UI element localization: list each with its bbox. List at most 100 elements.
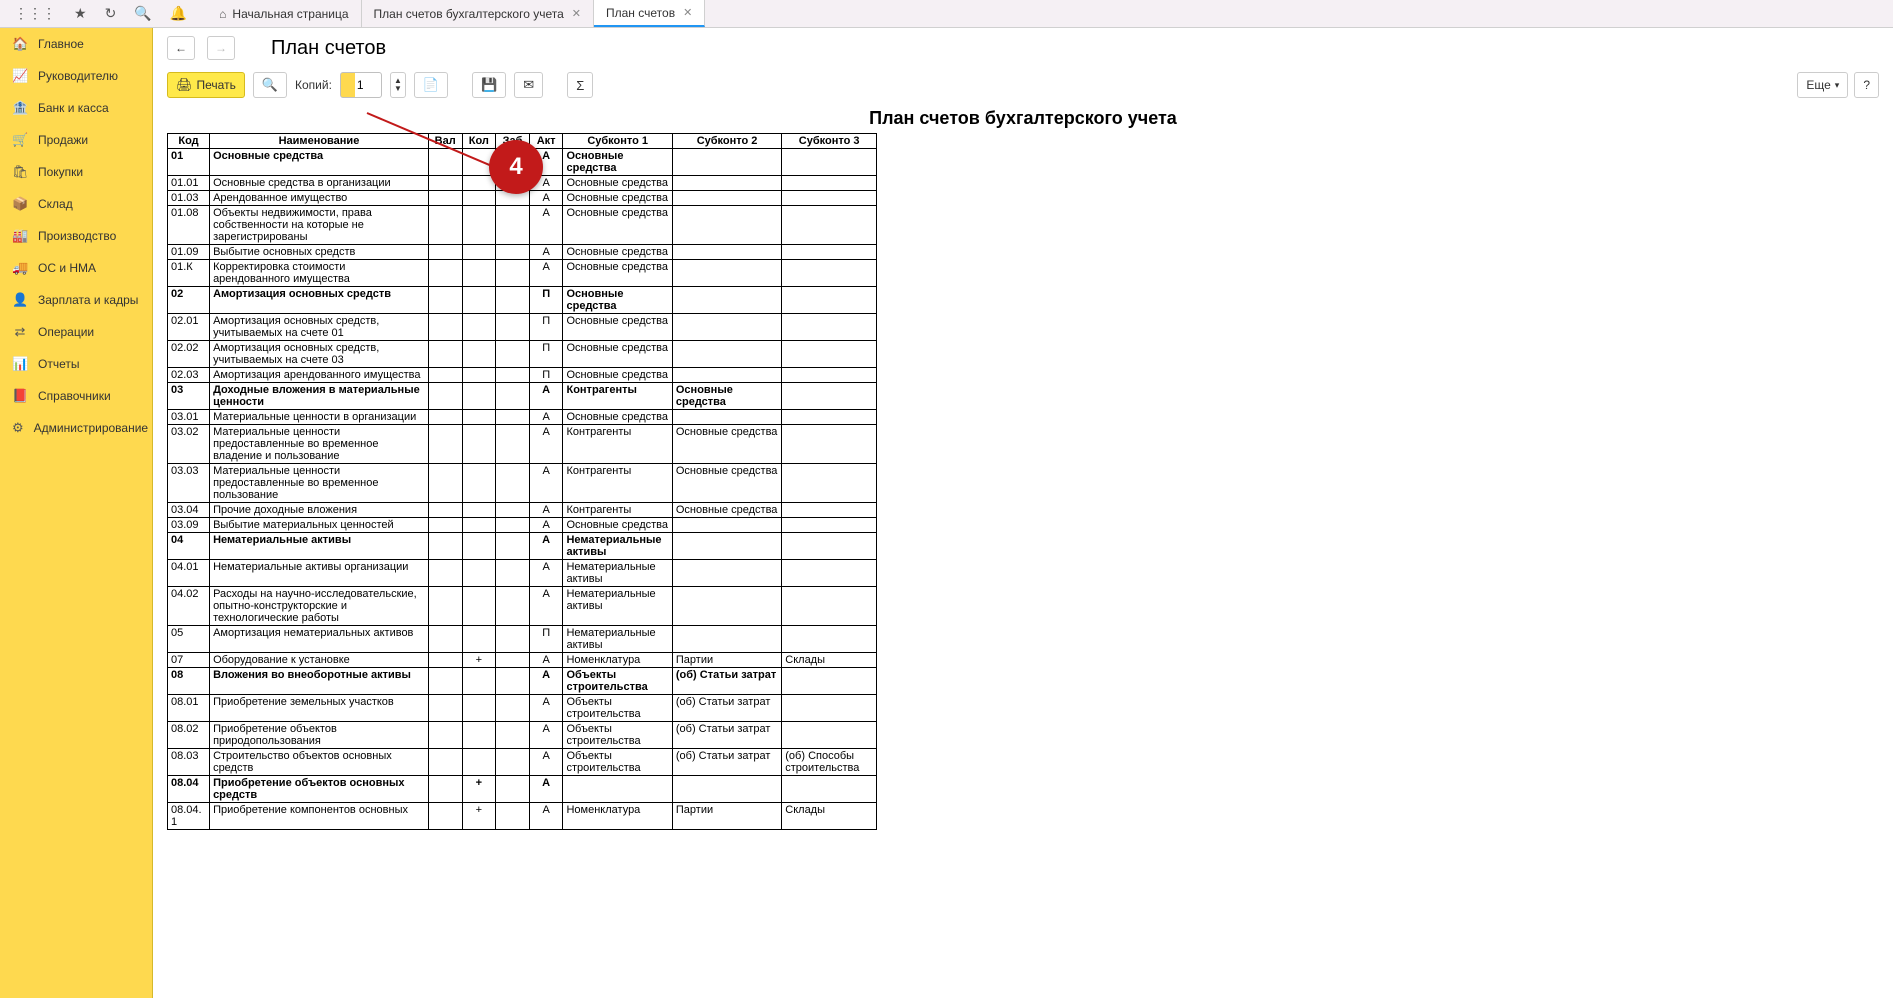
table-cell: Основные средства <box>563 368 672 383</box>
search-icon[interactable]: 🔍 <box>134 5 151 22</box>
table-row[interactable]: 03.01Материальные ценности в организации… <box>168 410 877 425</box>
help-button[interactable]: ? <box>1854 72 1879 98</box>
table-row[interactable]: 08.01Приобретение земельных участковАОбъ… <box>168 695 877 722</box>
column-header: Субконто 2 <box>672 134 781 149</box>
sidebar-item[interactable]: 👤Зарплата и кадры <box>0 284 152 316</box>
spinner-up-down[interactable]: ▲▼ <box>390 72 406 98</box>
table-cell: Объекты недвижимости, права собственност… <box>210 206 429 245</box>
table-cell: 08 <box>168 668 210 695</box>
save-button[interactable]: 💾 <box>472 72 506 98</box>
table-row[interactable]: 08Вложения во внеоборотные активыАОбъект… <box>168 668 877 695</box>
star-icon[interactable]: ★ <box>74 5 87 22</box>
table-row[interactable]: 05Амортизация нематериальных активовПНем… <box>168 626 877 653</box>
table-row[interactable]: 03Доходные вложения в материальные ценно… <box>168 383 877 410</box>
table-cell <box>672 560 781 587</box>
table-cell: Основные средства <box>563 245 672 260</box>
tab[interactable]: План счетов✕ <box>594 0 705 27</box>
table-row[interactable]: 01.ККорректировка стоимости арендованног… <box>168 260 877 287</box>
table-row[interactable]: 04Нематериальные активыАНематериальные а… <box>168 533 877 560</box>
back-button[interactable]: ← <box>167 36 195 60</box>
table-cell <box>496 287 530 314</box>
table-cell <box>428 368 462 383</box>
column-header: Наименование <box>210 134 429 149</box>
table-cell: Расходы на научно-исследовательские, опы… <box>210 587 429 626</box>
sidebar-item[interactable]: 🛒Продажи <box>0 124 152 156</box>
table-row[interactable]: 08.04Приобретение объектов основных сред… <box>168 776 877 803</box>
table-cell <box>782 191 877 206</box>
table-cell <box>462 260 496 287</box>
sidebar-label: Операции <box>38 325 94 339</box>
table-cell <box>782 533 877 560</box>
preview-button[interactable]: 🔍 <box>253 72 287 98</box>
sidebar-item[interactable]: ⚙Администрирование <box>0 412 152 444</box>
table-row[interactable]: 01.09Выбытие основных средствАОсновные с… <box>168 245 877 260</box>
table-cell <box>782 518 877 533</box>
table-row[interactable]: 03.02Материальные ценности предоставленн… <box>168 425 877 464</box>
sidebar-label: Продажи <box>38 133 88 147</box>
table-cell: Выбытие основных средств <box>210 245 429 260</box>
email-button[interactable]: ✉ <box>514 72 543 98</box>
print-button[interactable]: 🖨 Печать <box>167 72 245 98</box>
table-cell <box>782 587 877 626</box>
table-cell: Номенклатура <box>563 803 672 830</box>
table-row[interactable]: 02.02Амортизация основных средств, учиты… <box>168 341 877 368</box>
sidebar-item[interactable]: 📈Руководителю <box>0 60 152 92</box>
table-row[interactable]: 08.03Строительство объектов основных сре… <box>168 749 877 776</box>
table-cell <box>496 368 530 383</box>
sidebar-item[interactable]: 🏭Производство <box>0 220 152 252</box>
table-row[interactable]: 03.03Материальные ценности предоставленн… <box>168 464 877 503</box>
forward-button[interactable]: → <box>207 36 235 60</box>
more-button[interactable]: Еще ▾ <box>1797 72 1848 98</box>
sidebar-item[interactable]: 📦Склад <box>0 188 152 220</box>
table-cell <box>462 368 496 383</box>
sidebar-item[interactable]: 🏠Главное <box>0 28 152 60</box>
sidebar-item[interactable]: 📊Отчеты <box>0 348 152 380</box>
table-cell <box>496 653 530 668</box>
sidebar-item[interactable]: 🏦Банк и касса <box>0 92 152 124</box>
table-cell <box>672 206 781 245</box>
table-cell: Объекты строительства <box>563 722 672 749</box>
table-cell: Приобретение земельных участков <box>210 695 429 722</box>
table-cell <box>428 722 462 749</box>
table-row[interactable]: 03.04Прочие доходные вложенияАКонтрагент… <box>168 503 877 518</box>
close-icon[interactable]: ✕ <box>683 6 692 19</box>
bell-icon[interactable]: 🔔 <box>170 5 187 22</box>
sum-button[interactable]: Σ <box>567 72 593 98</box>
page-setup-button[interactable]: 📄 <box>414 72 448 98</box>
table-cell: А <box>529 191 563 206</box>
table-cell: Арендованное имущество <box>210 191 429 206</box>
sidebar-item[interactable]: ⇄Операции <box>0 316 152 348</box>
table-row[interactable]: 08.04.1Приобретение компонентов основных… <box>168 803 877 830</box>
table-row[interactable]: 02.01Амортизация основных средств, учиты… <box>168 314 877 341</box>
table-cell <box>672 626 781 653</box>
close-icon[interactable]: ✕ <box>572 7 581 20</box>
table-row[interactable]: 03.09Выбытие материальных ценностейАОсно… <box>168 518 877 533</box>
table-row[interactable]: 01.08Объекты недвижимости, права собстве… <box>168 206 877 245</box>
table-row[interactable]: 08.02Приобретение объектов природопользо… <box>168 722 877 749</box>
table-cell <box>672 245 781 260</box>
table-cell <box>428 668 462 695</box>
sidebar-item[interactable]: 🚚ОС и НМА <box>0 252 152 284</box>
table-row[interactable]: 02.03Амортизация арендованного имущества… <box>168 368 877 383</box>
copies-input[interactable] <box>340 72 382 98</box>
table-row[interactable]: 02Амортизация основных средствПОсновные … <box>168 287 877 314</box>
sidebar-item[interactable]: 📕Справочники <box>0 380 152 412</box>
table-cell <box>672 191 781 206</box>
table-cell: А <box>529 518 563 533</box>
tab[interactable]: План счетов бухгалтерского учета✕ <box>362 0 594 27</box>
history-icon[interactable]: ↻ <box>105 5 117 22</box>
table-cell <box>496 533 530 560</box>
table-row[interactable]: 07Оборудование к установке+АНоменклатура… <box>168 653 877 668</box>
table-cell: (об) Способы строительства <box>782 749 877 776</box>
sidebar-item[interactable]: 🛍Покупки <box>0 156 152 188</box>
tab[interactable]: ⌂Начальная страница <box>207 0 361 27</box>
table-row[interactable]: 04.02Расходы на научно-исследовательские… <box>168 587 877 626</box>
apps-icon[interactable]: ⋮⋮⋮ <box>14 5 56 22</box>
table-row[interactable]: 04.01Нематериальные активы организацииАН… <box>168 560 877 587</box>
table-cell <box>428 341 462 368</box>
sidebar-icon: 🏭 <box>12 228 28 244</box>
chevron-down-icon: ▾ <box>1835 80 1840 91</box>
table-cell <box>428 518 462 533</box>
table-cell: Нематериальные активы <box>563 533 672 560</box>
table-cell <box>462 206 496 245</box>
